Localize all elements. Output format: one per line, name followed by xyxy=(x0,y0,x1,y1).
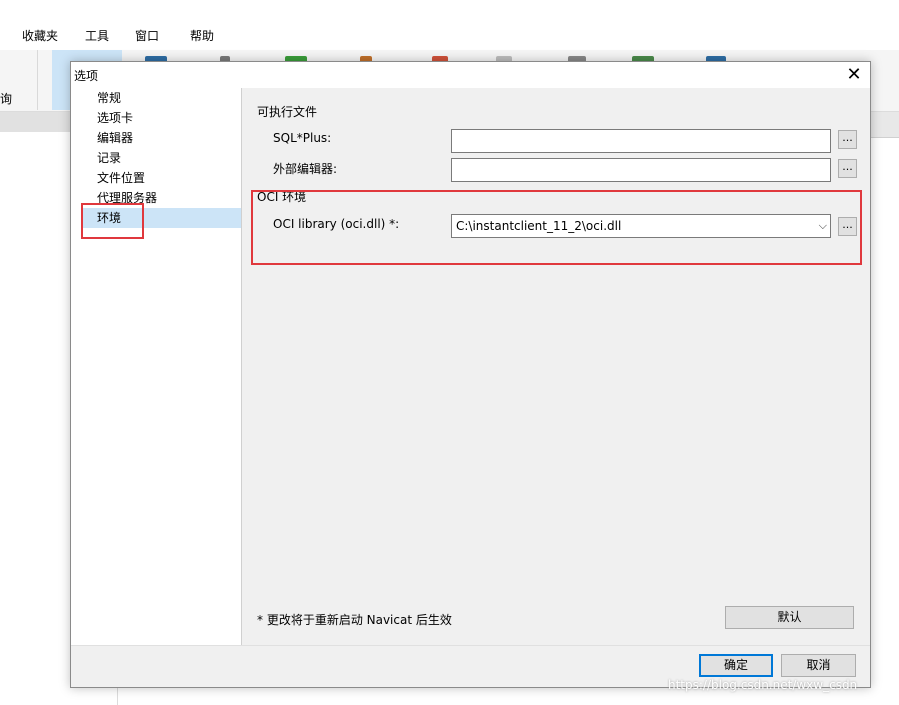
dialog-title: 选项 xyxy=(74,69,99,83)
external-editor-browse-button[interactable]: ... xyxy=(838,159,857,178)
nav-item-records[interactable]: 记录 xyxy=(97,149,121,167)
watermark-text: https://blog.csdn.net/wxw_csdn xyxy=(668,678,858,692)
toolbar-separator xyxy=(37,50,38,110)
menu-help[interactable]: 帮助 xyxy=(190,27,214,44)
options-dialog: 选项 ✕ 常规 选项卡 编辑器 记录 文件位置 代理服务器 环境 可执行文件 S… xyxy=(70,61,871,688)
nav-highlight-box xyxy=(81,203,144,239)
ok-button[interactable]: 确定 xyxy=(699,654,773,677)
menu-favorites[interactable]: 收藏夹 xyxy=(22,27,58,44)
sqlplus-label: SQL*Plus: xyxy=(273,131,332,145)
options-nav: 常规 选项卡 编辑器 记录 文件位置 代理服务器 环境 xyxy=(71,88,242,645)
restart-note: * 更改将于重新启动 Navicat 后生效 xyxy=(257,613,452,627)
sqlplus-browse-button[interactable]: ... xyxy=(838,130,857,149)
default-button[interactable]: 默认 xyxy=(725,606,854,629)
background-divider xyxy=(117,686,118,705)
menu-window[interactable]: 窗口 xyxy=(135,27,159,44)
cancel-button[interactable]: 取消 xyxy=(781,654,856,677)
background-menubar: 收藏夹 工具 窗口 帮助 xyxy=(0,20,899,50)
close-icon[interactable]: ✕ xyxy=(842,63,866,87)
nav-item-general[interactable]: 常规 xyxy=(97,89,121,107)
background-tab-strip xyxy=(0,112,70,132)
nav-item-file-location[interactable]: 文件位置 xyxy=(97,169,145,187)
dialog-titlebar[interactable]: 选项 ✕ xyxy=(71,62,870,88)
sqlplus-path-input[interactable] xyxy=(451,129,831,153)
nav-item-tabs[interactable]: 选项卡 xyxy=(97,109,133,127)
footer-separator xyxy=(71,645,870,646)
executables-section-title: 可执行文件 xyxy=(257,105,318,119)
menu-tools[interactable]: 工具 xyxy=(85,27,109,44)
nav-item-editor[interactable]: 编辑器 xyxy=(97,129,133,147)
toolbar-partial-label: 询 xyxy=(0,92,13,106)
external-editor-label: 外部编辑器: xyxy=(273,162,338,176)
background-tab-strip-right xyxy=(871,112,899,138)
oci-highlight-box xyxy=(251,190,862,265)
external-editor-input[interactable] xyxy=(451,158,831,182)
